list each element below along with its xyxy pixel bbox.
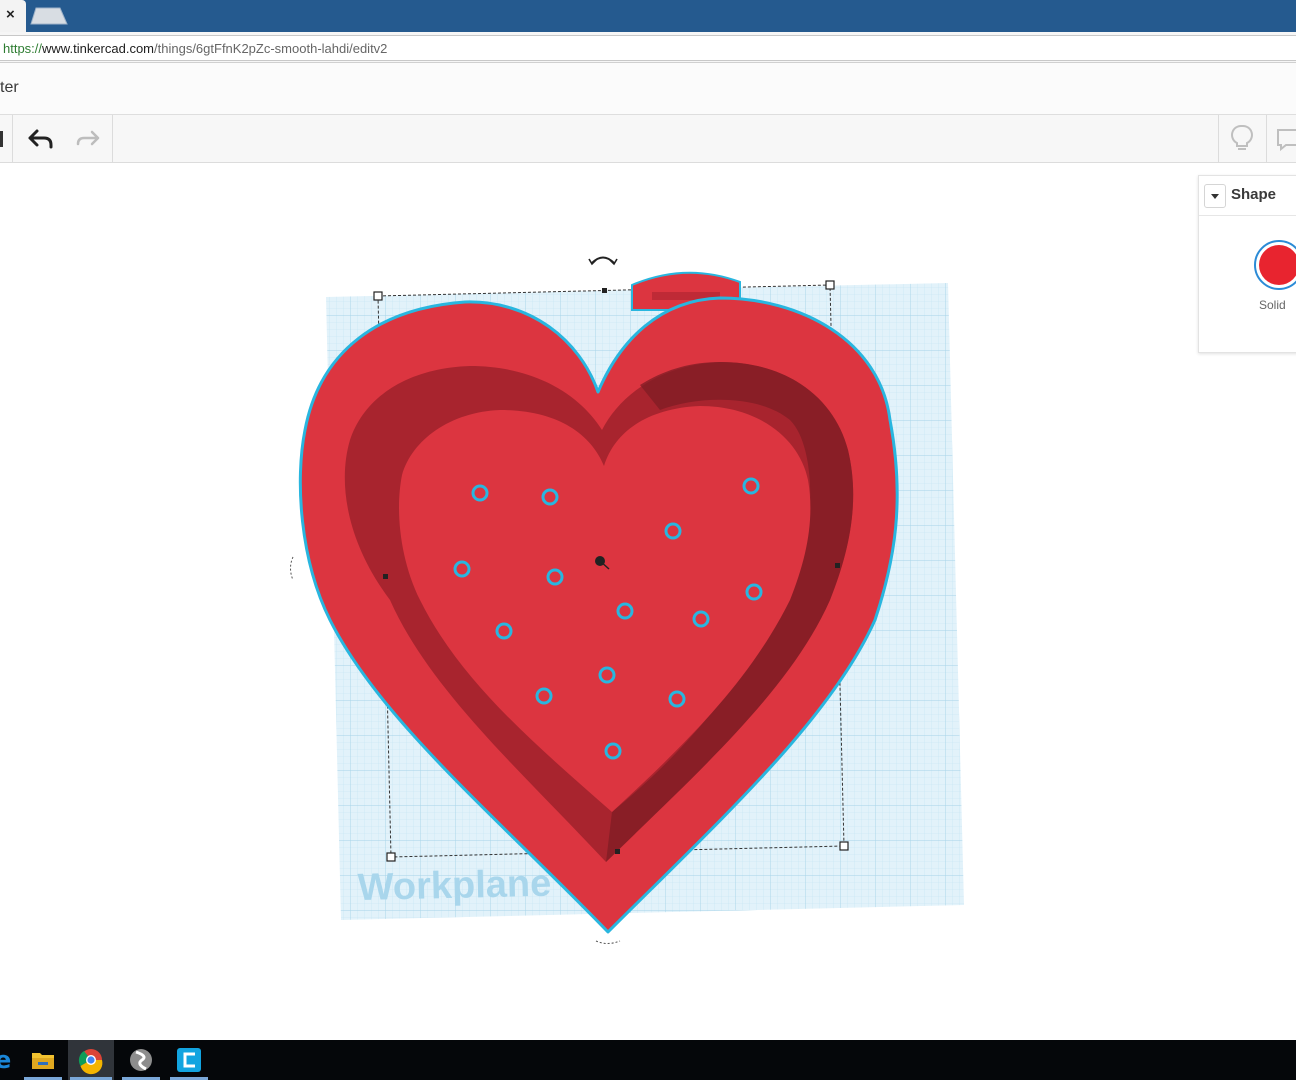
color-swatch-button[interactable]: [1254, 240, 1296, 290]
tab-close-icon[interactable]: ×: [6, 6, 15, 24]
svg-text:e: e: [0, 1046, 11, 1074]
rotate-handle-bottom[interactable]: [595, 940, 621, 944]
workplane-canvas[interactable]: Workplane: [0, 163, 1296, 1040]
url-text: https://www.tinkercad.com/things/6gtFfnK…: [3, 41, 388, 56]
app-title: ter: [0, 79, 19, 96]
collapse-toggle[interactable]: [1204, 184, 1226, 208]
windows-taskbar: e: [0, 1040, 1296, 1080]
app-c-icon[interactable]: [168, 1040, 210, 1080]
toolbar-divider: [1266, 115, 1267, 162]
solid-color-swatch: [1259, 245, 1296, 285]
notes-icon[interactable]: [1272, 123, 1296, 153]
toolbar-divider: [112, 115, 113, 162]
workplane-label: Workplane: [357, 863, 551, 909]
toolbar-divider: [12, 115, 13, 162]
redo-icon[interactable]: [72, 123, 104, 153]
browser-tab-strip: ×: [0, 0, 1296, 32]
color-label: Solid: [1259, 298, 1286, 312]
undo-icon[interactable]: [25, 123, 57, 153]
shape-inspector-header[interactable]: Shape: [1199, 176, 1296, 216]
trash-icon[interactable]: [0, 123, 6, 153]
lightbulb-icon[interactable]: [1226, 123, 1258, 153]
inspector-title: Shape: [1231, 186, 1277, 203]
taskbar-chrome-button[interactable]: [68, 1040, 114, 1080]
3d-scene[interactable]: Workplane: [0, 163, 1296, 1040]
app-header: ter: [0, 63, 1296, 115]
address-bar: https://www.tinkercad.com/things/6gtFfnK…: [0, 32, 1296, 63]
chrome-icon: [78, 1049, 103, 1075]
new-tab-button[interactable]: [30, 7, 68, 25]
toolbar-divider: [1218, 115, 1219, 162]
browser-tab[interactable]: ×: [0, 0, 26, 32]
shape-inspector: Shape Solid: [1198, 175, 1296, 353]
rotate-handle-left[interactable]: [290, 556, 294, 581]
url-field[interactable]: https://www.tinkercad.com/things/6gtFfnK…: [0, 35, 1296, 61]
file-explorer-icon[interactable]: [22, 1040, 64, 1080]
chevron-down-icon: [1211, 194, 1219, 199]
app-sphere-icon[interactable]: [120, 1040, 162, 1080]
editor-toolbar: [0, 115, 1296, 163]
